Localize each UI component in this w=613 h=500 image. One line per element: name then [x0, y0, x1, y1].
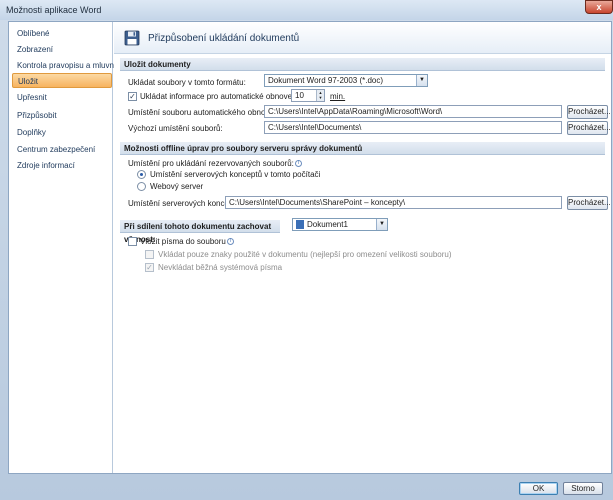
sidebar-item-display[interactable]: Zobrazení [12, 42, 112, 57]
sidebar-item-customize[interactable]: Přizpůsobit [12, 108, 112, 123]
no-system-fonts-label: Nevkládat běžná systémová písma [158, 263, 283, 272]
embed-fonts-label: Vložit písma do souboru i [140, 237, 234, 246]
embed-used-chars-label: Vkládat pouze znaky použité v dokumentu … [158, 250, 452, 259]
local-drafts-label: Umístění serverových konceptů v tomto po… [150, 170, 321, 179]
sidebar: Oblíbené Zobrazení Kontrola pravopisu a … [9, 22, 124, 473]
info-icon: i [294, 160, 302, 168]
dialog-content: Oblíbené Zobrazení Kontrola pravopisu a … [8, 21, 612, 474]
info-icon: i [226, 238, 234, 246]
autorecover-minutes-value: 10 [295, 91, 304, 100]
title-bar: Možnosti aplikace Word x [0, 0, 613, 20]
close-button[interactable]: x [585, 0, 613, 14]
sidebar-item-proofing[interactable]: Kontrola pravopisu a mluvnice [12, 58, 124, 73]
default-location-label: Výchozí umístění souborů: [128, 124, 223, 133]
format-select[interactable]: Dokument Word 97-2003 (*.doc) ▼ [264, 74, 428, 87]
minutes-unit: min. [330, 92, 346, 101]
autorecover-checkbox[interactable]: ✓ [128, 92, 137, 101]
format-label: Ukládat soubory v tomto formátu: [128, 78, 246, 87]
autorecover-location-input[interactable]: C:\Users\Intel\AppData\Roaming\Microsoft… [264, 105, 562, 118]
sidebar-item-favorites[interactable]: Oblíbené [12, 26, 112, 41]
fidelity-document-value: Dokument1 [307, 220, 348, 229]
cancel-button[interactable]: Storno [563, 482, 603, 495]
spin-down-icon[interactable]: ▼ [316, 95, 324, 101]
local-drafts-radio[interactable] [137, 170, 146, 179]
options-dialog: Možnosti aplikace Word x Oblíbené Zobraz… [0, 0, 613, 500]
sidebar-item-addins[interactable]: Doplňky [12, 125, 112, 140]
sidebar-item-trust-center[interactable]: Centrum zabezpečení [12, 142, 112, 157]
autorecover-label: Ukládat informace pro automatické obnove… [140, 92, 310, 101]
no-system-fonts-checkbox[interactable]: ✓ [145, 263, 154, 272]
word-document-icon [296, 220, 304, 230]
panel-header: Přizpůsobení ukládání dokumentů [114, 22, 611, 54]
sidebar-item-save[interactable]: Uložit [12, 73, 112, 88]
format-select-value: Dokument Word 97-2003 (*.doc) [268, 76, 384, 85]
embed-fonts-checkbox[interactable] [128, 237, 137, 246]
fidelity-document-select[interactable]: Dokument1 ▼ [292, 218, 388, 231]
ok-button[interactable]: OK [519, 482, 558, 495]
floppy-disk-icon [124, 30, 140, 46]
save-section-header: Uložit dokumenty [120, 58, 605, 71]
autorecover-browse-button[interactable]: Procházet... [567, 105, 611, 119]
drafts-browse-button[interactable]: Procházet... [567, 196, 611, 210]
window-title: Možnosti aplikace Word [6, 5, 102, 15]
drafts-location-input[interactable]: C:\Users\Intel\Documents\SharePoint – ko… [225, 196, 562, 209]
fidelity-section-header: Při sdílení tohoto dokumentu zachovat vě… [120, 220, 280, 244]
default-location-input[interactable]: C:\Users\Intel\Documents\ [264, 121, 562, 134]
chevron-down-icon[interactable]: ▼ [376, 219, 387, 230]
sidebar-item-resources[interactable]: Zdroje informací [12, 158, 112, 173]
web-server-radio[interactable] [137, 182, 146, 191]
chevron-down-icon[interactable]: ▼ [416, 75, 427, 86]
default-location-browse-button[interactable]: Procházet... [567, 121, 611, 135]
autorecover-location-label: Umístění souboru automatického obnovení: [128, 108, 283, 117]
sidebar-item-advanced[interactable]: Upřesnit [12, 90, 112, 105]
autorecover-minutes-spinner[interactable]: 10 ▲ ▼ [291, 89, 325, 102]
offline-section-header: Možnosti offline úprav pro soubory serve… [120, 142, 605, 155]
page-title: Přizpůsobení ukládání dokumentů [148, 33, 300, 44]
web-server-label: Webový server [150, 182, 204, 191]
embed-used-chars-checkbox[interactable] [145, 250, 154, 259]
main-panel: Přizpůsobení ukládání dokumentů Uložit d… [114, 22, 611, 473]
rezerved-location-label: Umístění pro ukládání rezervovaných soub… [128, 159, 302, 168]
